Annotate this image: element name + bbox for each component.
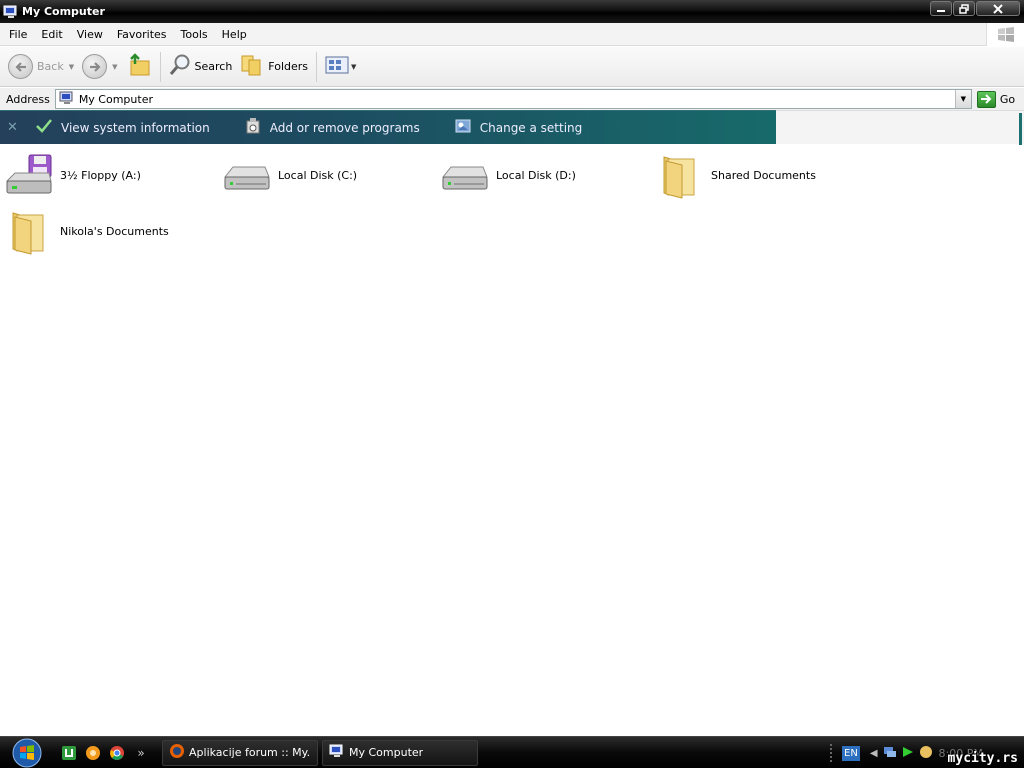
views-dropdown-icon[interactable]: ▼ — [351, 63, 356, 71]
back-label: Back — [37, 60, 64, 73]
taskbar-button-my-computer[interactable]: My Computer — [322, 739, 478, 766]
add-remove-programs-icon — [244, 117, 262, 138]
control-panel-icon — [454, 117, 472, 138]
window-title: My Computer — [22, 5, 105, 18]
go-label: Go — [999, 92, 1016, 106]
address-value: My Computer — [78, 92, 153, 106]
views-icon — [325, 55, 349, 78]
nikolas-documents-item[interactable]: Nikola's Documents — [4, 203, 169, 259]
system-tray: EN ◀ 8:00 PM mycity.rs — [828, 737, 1024, 769]
language-indicator[interactable]: EN — [842, 745, 860, 761]
start-button[interactable] — [8, 737, 46, 769]
address-input[interactable]: My Computer ▼ — [54, 89, 972, 109]
task-change-a-setting[interactable]: Change a setting — [444, 111, 593, 145]
close-tasks-icon[interactable]: ✕ — [0, 120, 25, 135]
address-bar: Address My Computer ▼ Go — [0, 88, 1024, 110]
search-icon — [169, 53, 191, 80]
network-icon[interactable] — [883, 746, 897, 761]
windows-logo-icon — [986, 23, 1024, 46]
toolbar-separator — [316, 51, 318, 82]
toolbar: Back ▼ ▼ Search Folders ▼ — [0, 47, 1024, 87]
my-computer-icon — [3, 5, 19, 19]
folder-icon — [4, 207, 54, 255]
go-button[interactable]: Go — [976, 90, 1016, 108]
menu-help[interactable]: Help — [215, 23, 254, 46]
folders-button[interactable]: Folders — [236, 50, 312, 84]
address-label: Address — [6, 92, 50, 106]
item-label: Local Disk (D:) — [496, 168, 576, 182]
task-label: Add or remove programs — [269, 120, 420, 135]
go-arrow-icon — [976, 90, 996, 108]
forward-dropdown-icon[interactable]: ▼ — [112, 63, 117, 71]
menu-bar: File Edit View Favorites Tools Help — [0, 23, 1024, 46]
more-chevron-icon[interactable]: » — [132, 744, 150, 762]
back-dropdown-icon[interactable]: ▼ — [69, 63, 74, 71]
task-strip: ✕ View system information Add or remove … — [0, 110, 776, 144]
back-arrow-icon — [8, 54, 33, 79]
firefox-icon — [169, 743, 185, 762]
restore-button[interactable] — [953, 1, 975, 16]
play-icon[interactable] — [902, 746, 914, 761]
show-hidden-icons-icon[interactable]: ◀ — [870, 748, 878, 759]
task-label: View system information — [61, 120, 210, 135]
minimize-button[interactable] — [930, 1, 952, 16]
item-label: 3½ Floppy (A:) — [60, 168, 141, 182]
shared-documents-item[interactable]: Shared Documents — [655, 147, 816, 203]
search-button[interactable]: Search — [165, 50, 237, 84]
local-disk-d-item[interactable]: Local Disk (D:) — [440, 147, 576, 203]
title-bar[interactable]: My Computer — [0, 0, 1024, 23]
folders-icon — [240, 53, 264, 80]
item-label: Local Disk (C:) — [278, 168, 358, 182]
messenger-icon[interactable] — [919, 745, 933, 762]
taskbar: » Aplikacije forum :: My... My Computer … — [0, 736, 1024, 768]
toolbar-separator — [159, 51, 161, 82]
tray-grip — [830, 744, 834, 762]
back-button[interactable]: Back ▼ — [4, 50, 78, 84]
utorrent-icon[interactable] — [60, 744, 78, 762]
task-view-system-information[interactable]: View system information — [25, 111, 220, 145]
views-button[interactable]: ▼ — [321, 50, 360, 84]
close-button[interactable] — [976, 1, 1020, 16]
media-player-icon[interactable] — [84, 744, 102, 762]
address-dropdown-icon[interactable]: ▼ — [954, 90, 971, 108]
minimize-icon — [937, 9, 945, 12]
my-computer-icon — [329, 744, 345, 761]
task-add-or-remove-programs[interactable]: Add or remove programs — [234, 111, 430, 145]
my-computer-icon — [59, 91, 75, 108]
hard-disk-icon — [440, 151, 490, 199]
taskbar-button-label: Aplikacije forum :: My... — [189, 746, 311, 759]
floppy-drive-icon — [4, 151, 54, 199]
check-icon — [35, 118, 53, 137]
watermark: mycity.rs — [947, 751, 1018, 766]
forward-arrow-icon — [82, 54, 108, 79]
item-label: Shared Documents — [711, 168, 816, 182]
windows-logo-icon — [12, 738, 42, 767]
menu-file[interactable]: File — [0, 23, 34, 46]
up-folder-button[interactable] — [122, 50, 156, 84]
item-label: Nikola's Documents — [60, 224, 169, 238]
forward-button[interactable]: ▼ — [78, 50, 121, 84]
menu-edit[interactable]: Edit — [34, 23, 69, 46]
search-label: Search — [194, 60, 233, 73]
quick-launch: » — [60, 744, 150, 762]
menu-view[interactable]: View — [70, 23, 110, 46]
folders-label: Folders — [268, 60, 309, 73]
restore-icon — [959, 3, 969, 14]
close-icon — [993, 3, 1003, 14]
task-label: Change a setting — [479, 120, 583, 135]
folder-up-icon — [126, 52, 152, 81]
hard-disk-icon — [222, 151, 272, 199]
folder-icon — [655, 151, 705, 199]
menu-tools[interactable]: Tools — [174, 23, 215, 46]
taskbar-button-label: My Computer — [349, 746, 424, 759]
chrome-icon[interactable] — [108, 744, 126, 762]
file-view: 3½ Floppy (A:) Local Disk (C:) Local Dis… — [0, 145, 1024, 735]
menu-favorites[interactable]: Favorites — [110, 23, 174, 46]
local-disk-c-item[interactable]: Local Disk (C:) — [222, 147, 357, 203]
task-strip-filler — [776, 110, 1024, 145]
taskbar-button-firefox[interactable]: Aplikacije forum :: My... — [162, 739, 318, 766]
floppy-drive-item[interactable]: 3½ Floppy (A:) — [4, 147, 141, 203]
